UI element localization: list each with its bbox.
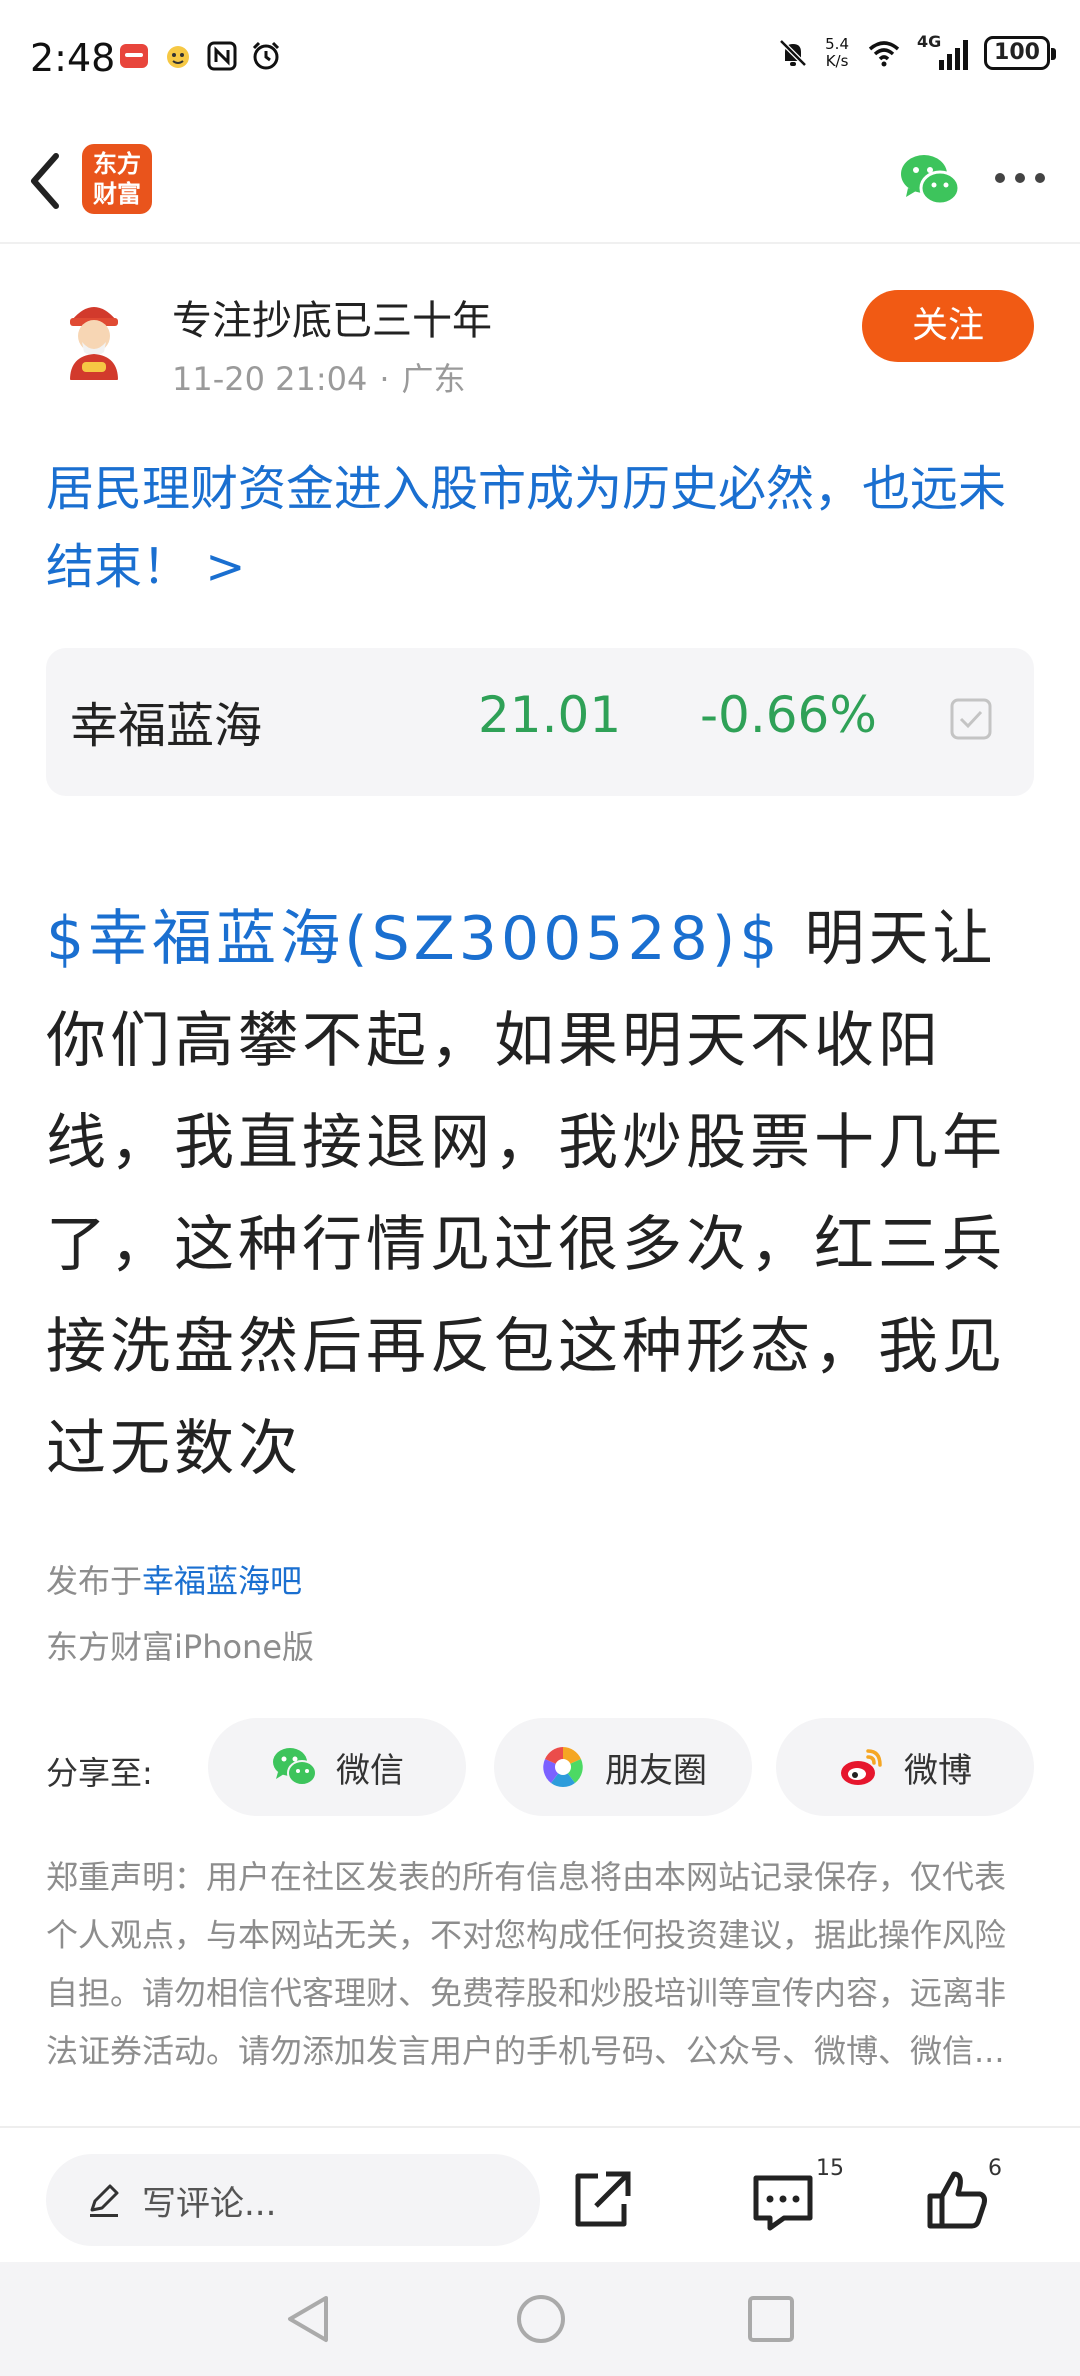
- bottom-action-bar: 写评论... 15 6: [0, 2126, 1080, 2262]
- app-logo-line2: 财富: [93, 180, 141, 208]
- author-avatar[interactable]: [46, 290, 142, 386]
- comment-count-badge: 15: [816, 2156, 844, 2181]
- published-in: 发布于幸福蓝海吧: [46, 1556, 302, 1602]
- share-weibo-label: 微博: [904, 1750, 972, 1791]
- pencil-icon: [90, 2184, 119, 2217]
- share-moments-button[interactable]: 朋友圈: [494, 1718, 752, 1816]
- character-notification-icon: [167, 46, 189, 68]
- disclaimer-text: 郑重声明：用户在社区发表的所有信息将由本网站记录保存，仅代表个人观点，与本网站无…: [46, 1858, 1007, 2070]
- share-icon[interactable]: [566, 2166, 636, 2236]
- stock-card[interactable]: 幸福蓝海 21.01 -0.66%: [46, 648, 1034, 796]
- mute-bell-icon: [779, 39, 807, 67]
- battery-indicator: 100: [984, 36, 1056, 70]
- network-type-label: 4G: [917, 32, 942, 51]
- stock-tag-link[interactable]: $幸福蓝海(SZ300528)$: [46, 904, 781, 974]
- meta-separator: ·: [379, 360, 390, 398]
- share-weibo-button[interactable]: 微博: [776, 1718, 1034, 1816]
- nav-home-icon[interactable]: [514, 2292, 568, 2346]
- app-logo-line1: 东方: [93, 150, 141, 178]
- like-count-badge: 6: [988, 2156, 1002, 2181]
- system-nav-bar: [0, 2262, 1080, 2376]
- weibo-icon: [841, 1749, 882, 1785]
- post-time: 11-20 21:04: [172, 360, 368, 398]
- status-bar: 2:48 5.4 K/s 4G 100: [0, 0, 1080, 120]
- headline-link[interactable]: 居民理财资金进入股市成为历史必然，也远未结束！ >: [46, 450, 1036, 606]
- share-wechat-label: 微信: [336, 1750, 404, 1791]
- nav-back-icon[interactable]: [282, 2292, 336, 2346]
- stock-price: 21.01: [478, 686, 622, 744]
- network-speed: 5.4 K/s: [825, 36, 849, 70]
- share-moments-label: 朋友圈: [605, 1750, 707, 1791]
- nav-recents-icon[interactable]: [744, 2292, 798, 2346]
- share-label: 分享至:: [46, 1754, 153, 1792]
- back-button[interactable]: [22, 146, 66, 216]
- nav-bar: 东方 财富: [0, 120, 1080, 244]
- share-wechat-button[interactable]: 微信: [208, 1718, 466, 1816]
- share-row: 分享至: 微信 朋友圈 微博: [0, 1718, 1080, 1818]
- follow-button[interactable]: 关注: [862, 290, 1034, 362]
- wechat-icon: [273, 1748, 317, 1786]
- stock-change: -0.66%: [700, 686, 877, 744]
- cellular-signal-icon: 4G: [917, 32, 968, 70]
- post-body: $幸福蓝海(SZ300528)$ 明天让你们高攀不起，如果明天不收阳线，我直接退…: [46, 888, 1036, 1500]
- wifi-icon: [868, 41, 900, 67]
- comment-icon[interactable]: [748, 2166, 818, 2236]
- app-logo: 东方 财富: [82, 144, 152, 214]
- published-prefix: 发布于: [46, 1562, 143, 1600]
- alarm-icon: [252, 41, 280, 70]
- stock-name: 幸福蓝海: [70, 698, 263, 754]
- nfc-icon: [207, 41, 237, 71]
- more-options-icon[interactable]: [990, 158, 1050, 198]
- comment-input[interactable]: 写评论...: [46, 2154, 540, 2246]
- status-indicators: 5.4 K/s 4G 100: [777, 32, 1056, 70]
- watchlist-checkbox-icon[interactable]: [950, 698, 996, 744]
- app-notification-icon: [120, 44, 148, 68]
- author-row: 专注抄底已三十年 11-20 21:04 · 广东 关注: [0, 260, 1080, 410]
- status-time: 2:48: [30, 36, 116, 80]
- wechat-share-icon[interactable]: [898, 150, 962, 210]
- post-content: 明天让你们高攀不起，如果明天不收阳线，我直接退网，我炒股票十几年了，这种行情见过…: [46, 904, 1006, 1484]
- post-meta: 11-20 21:04 · 广东: [172, 354, 466, 400]
- network-speed-unit: K/s: [825, 52, 849, 70]
- moments-icon: [543, 1747, 583, 1787]
- stock-bar-link[interactable]: 幸福蓝海吧: [142, 1562, 302, 1600]
- notification-icons: [118, 40, 282, 72]
- client-label: 东方财富iPhone版: [46, 1628, 315, 1666]
- post-location: 广东: [401, 360, 466, 398]
- comment-placeholder: 写评论...: [142, 2183, 277, 2224]
- author-name[interactable]: 专注抄底已三十年: [172, 288, 492, 346]
- like-icon[interactable]: [922, 2166, 992, 2236]
- network-speed-value: 5.4: [825, 35, 849, 53]
